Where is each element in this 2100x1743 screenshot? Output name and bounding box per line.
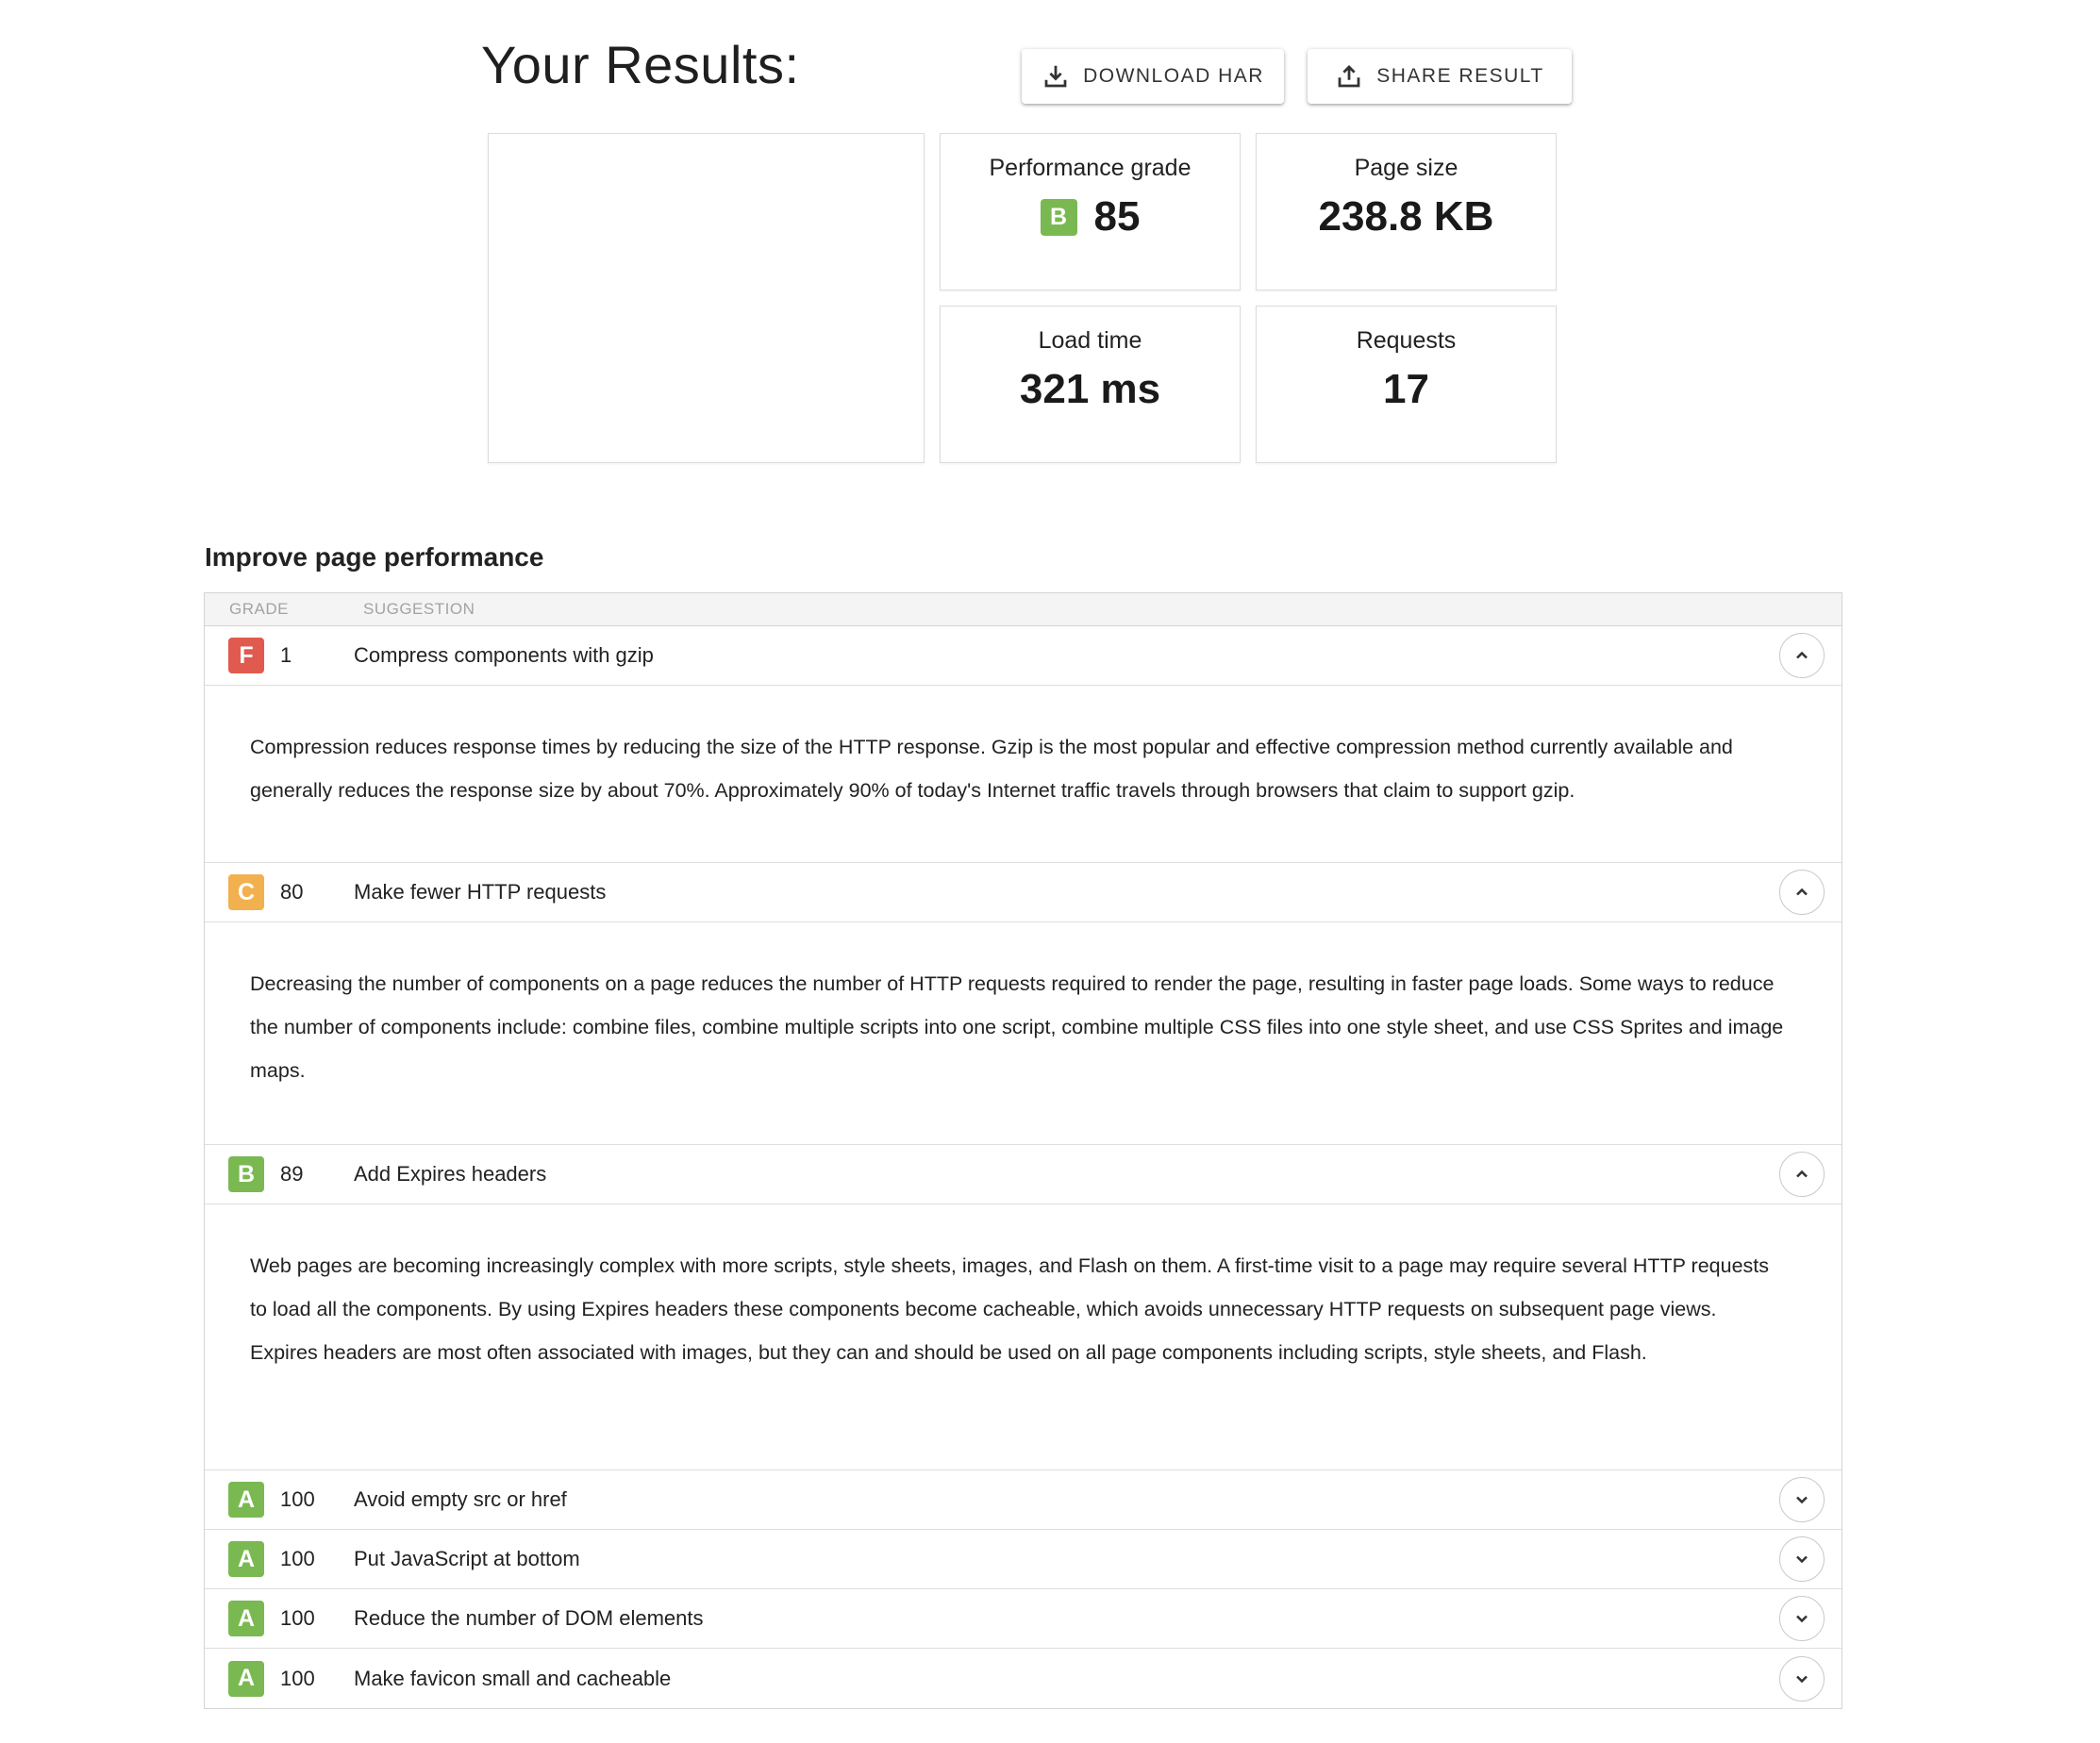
grade-badge: F (228, 638, 264, 673)
requests-card: Requests 17 (1256, 306, 1557, 463)
column-header-grade: GRADE (229, 600, 289, 618)
load-time-value: 321 ms (1019, 366, 1161, 412)
expand-button[interactable] (1779, 1596, 1825, 1641)
table-row[interactable]: A 100 Avoid empty src or href (205, 1470, 1842, 1530)
table-row[interactable]: A 100 Make favicon small and cacheable (205, 1649, 1842, 1708)
table-row[interactable]: F 1 Compress components with gzip (205, 626, 1842, 686)
suggestion-title: Add Expires headers (354, 1162, 547, 1186)
share-result-label: SHARE RESULT (1376, 65, 1544, 87)
score: 100 (280, 1606, 315, 1630)
share-result-button[interactable]: SHARE RESULT (1308, 49, 1572, 104)
performance-grade-label: Performance grade (989, 155, 1192, 181)
suggestion-detail: Web pages are becoming increasingly comp… (205, 1204, 1842, 1470)
collapse-button[interactable] (1779, 1152, 1825, 1197)
table-row[interactable]: A 100 Reduce the number of DOM elements (205, 1589, 1842, 1649)
page-size-label: Page size (1354, 155, 1458, 181)
load-time-card: Load time 321 ms (940, 306, 1241, 463)
grade-badge: A (228, 1482, 264, 1518)
page-size-value: 238.8 KB (1318, 193, 1494, 240)
score: 80 (280, 880, 304, 904)
collapse-button[interactable] (1779, 870, 1825, 915)
table-row[interactable]: B 89 Add Expires headers (205, 1145, 1842, 1204)
score: 89 (280, 1162, 304, 1186)
suggestion-title: Make fewer HTTP requests (354, 880, 607, 904)
page-title: Your Results: (481, 35, 800, 94)
performance-grade-card: Performance grade B 85 (940, 133, 1241, 290)
table-row[interactable]: C 80 Make fewer HTTP requests (205, 863, 1842, 922)
requests-value: 17 (1383, 366, 1429, 412)
section-title: Improve page performance (205, 542, 544, 572)
suggestion-title: Compress components with gzip (354, 643, 654, 667)
table-row[interactable]: A 100 Put JavaScript at bottom (205, 1530, 1842, 1589)
expand-button[interactable] (1779, 1477, 1825, 1522)
performance-grade-value: 85 (1093, 193, 1141, 240)
chevron-up-icon (1796, 1170, 1808, 1178)
chevron-up-icon (1796, 888, 1808, 896)
suggestion-title: Reduce the number of DOM elements (354, 1606, 704, 1630)
chevron-down-icon (1796, 1615, 1808, 1623)
expand-button[interactable] (1779, 1655, 1825, 1702)
suggestion-detail: Compression reduces response times by re… (205, 686, 1842, 863)
grade-badge: A (228, 1541, 264, 1577)
chevron-up-icon (1796, 651, 1808, 659)
score: 100 (280, 1547, 315, 1570)
collapse-button[interactable] (1779, 633, 1825, 678)
grade-badge: A (228, 1601, 264, 1636)
download-icon (1044, 65, 1067, 88)
score: 1 (280, 643, 292, 667)
grade-badge: A (228, 1660, 264, 1697)
expand-button[interactable] (1779, 1536, 1825, 1582)
suggestion-title: Make favicon small and cacheable (354, 1666, 672, 1690)
load-time-label: Load time (1038, 327, 1142, 354)
suggestion-detail: Decreasing the number of components on a… (205, 922, 1842, 1145)
suggestion-title: Avoid empty src or href (354, 1487, 567, 1511)
chevron-down-icon (1796, 1496, 1808, 1504)
score: 100 (280, 1487, 315, 1511)
grade-badge: C (228, 874, 264, 910)
download-har-button[interactable]: DOWNLOAD HAR (1022, 49, 1284, 104)
grade-badge: B (228, 1156, 264, 1192)
requests-label: Requests (1356, 327, 1457, 354)
performance-grade-badge: B (1040, 198, 1077, 236)
chevron-down-icon (1796, 1555, 1808, 1564)
download-har-label: DOWNLOAD HAR (1083, 65, 1264, 87)
suggestions-table: GRADE SUGGESTION F 1 Compress components… (204, 592, 1842, 1709)
column-header-suggestion: SUGGESTION (363, 600, 475, 618)
share-icon (1338, 65, 1360, 88)
page-screenshot-card (488, 133, 925, 463)
suggestion-title: Put JavaScript at bottom (354, 1547, 580, 1570)
page-size-card: Page size 238.8 KB (1256, 133, 1557, 290)
score: 100 (280, 1666, 315, 1690)
chevron-down-icon (1796, 1675, 1808, 1683)
table-header: GRADE SUGGESTION (205, 593, 1842, 626)
